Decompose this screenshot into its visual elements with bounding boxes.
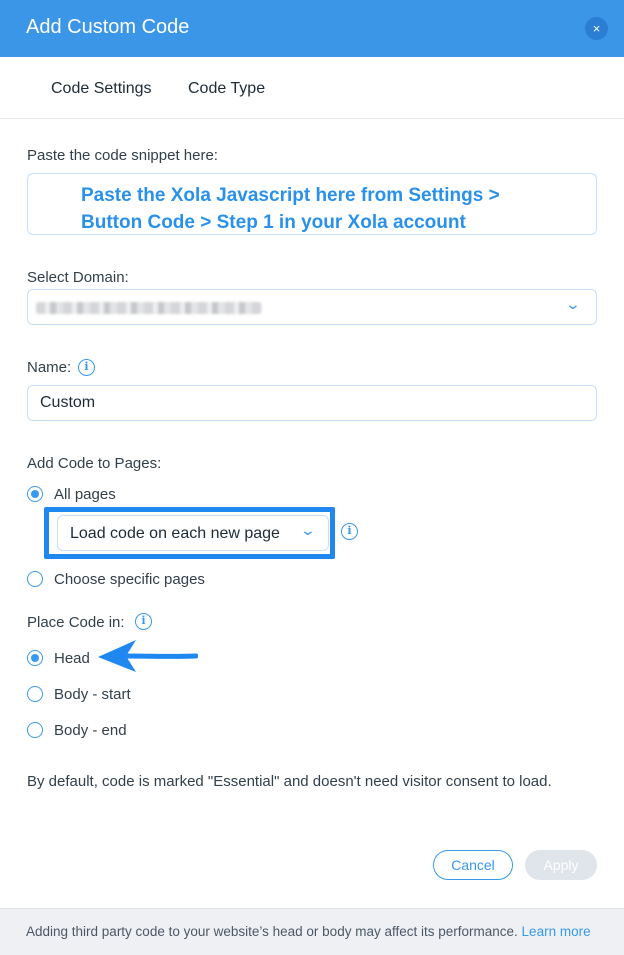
snippet-annotation: Paste the Xola Javascript here from Sett…	[81, 185, 500, 233]
modal-header: Add Custom Code ×	[0, 0, 624, 57]
modal-title: Add Custom Code	[26, 16, 190, 38]
footer-text: Adding third party code to your website’…	[26, 924, 518, 939]
apply-button[interactable]: Apply	[525, 850, 597, 880]
load-code-select[interactable]: Load code on each new page ⌄	[57, 515, 329, 551]
place-code-label: Place Code in:	[27, 614, 125, 631]
info-icon[interactable]: i	[341, 523, 358, 540]
radio-specific-pages[interactable]	[27, 571, 43, 587]
name-label: Name:	[27, 359, 72, 376]
radio-body-end[interactable]	[27, 722, 43, 738]
radio-body-start-label[interactable]: Body - start	[54, 686, 131, 703]
chevron-down-icon: ⌄	[564, 296, 582, 312]
cancel-button[interactable]: Cancel	[433, 850, 513, 880]
learn-more-link[interactable]: Learn more	[522, 924, 591, 939]
load-code-select-value: Load code on each new page	[70, 525, 280, 542]
radio-all-pages[interactable]	[27, 486, 43, 502]
radio-body-end-label[interactable]: Body - end	[54, 722, 127, 739]
domain-select[interactable]: ⌄	[27, 289, 597, 325]
snippet-label: Paste the code snippet here:	[27, 147, 218, 164]
radio-specific-pages-label[interactable]: Choose specific pages	[54, 571, 205, 588]
info-icon[interactable]: i	[78, 359, 95, 376]
close-icon[interactable]: ×	[585, 17, 608, 40]
arrow-annotation-icon	[98, 640, 198, 672]
consent-note: By default, code is marked "Essential" a…	[27, 773, 552, 790]
radio-body-start[interactable]	[27, 686, 43, 702]
radio-head[interactable]	[27, 650, 43, 666]
tab-bar: Code Settings Code Type	[0, 57, 624, 119]
name-input[interactable]	[27, 385, 597, 421]
modal-footer: Adding third party code to your website’…	[0, 908, 624, 955]
radio-all-pages-label[interactable]: All pages	[54, 486, 116, 503]
footer-note: Adding third party code to your website’…	[26, 924, 591, 939]
redacted-domain-value	[36, 302, 262, 314]
info-icon[interactable]: i	[135, 613, 152, 630]
tab-code-type[interactable]: Code Type	[188, 80, 265, 98]
tab-code-settings[interactable]: Code Settings	[51, 80, 152, 98]
chevron-down-icon: ⌄	[299, 522, 317, 538]
radio-head-label[interactable]: Head	[54, 650, 90, 667]
add-to-pages-label: Add Code to Pages:	[27, 455, 162, 472]
domain-label: Select Domain:	[27, 269, 129, 286]
